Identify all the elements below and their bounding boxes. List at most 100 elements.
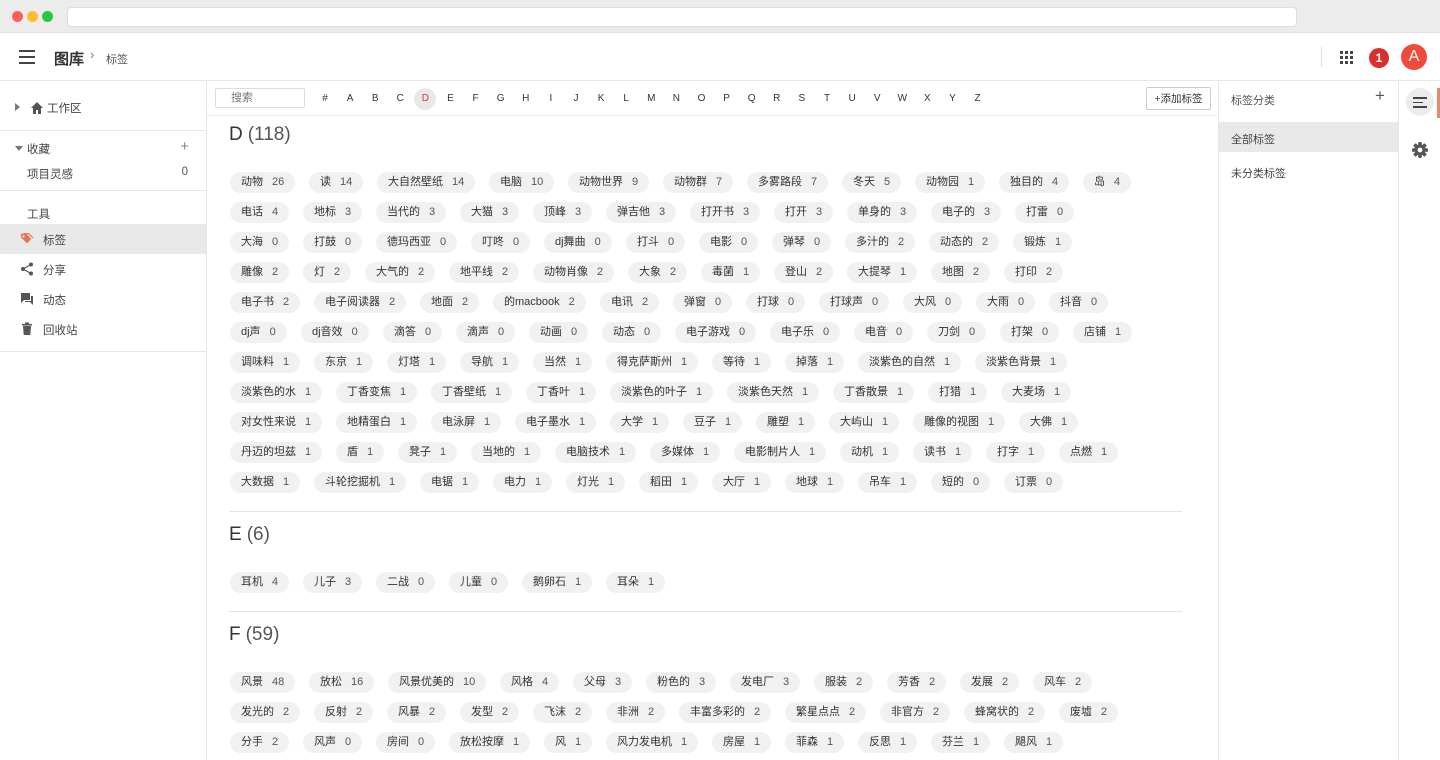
tag-chip[interactable]: 电子的 3 (931, 202, 1002, 223)
tag-chip[interactable]: 多媒体 1 (650, 442, 721, 463)
tag-chip[interactable]: 得克萨斯州 1 (606, 352, 699, 373)
tag-chip[interactable]: 稻田 1 (639, 472, 699, 493)
expand-right-icon[interactable] (15, 103, 20, 111)
tag-chip[interactable]: 发电厂 3 (730, 672, 801, 693)
tag-chip[interactable]: 电子游戏 0 (675, 322, 757, 343)
tag-chip[interactable]: 蜂窝状的 2 (964, 702, 1046, 723)
tag-chip[interactable]: 大数据 1 (230, 472, 301, 493)
tag-chip[interactable]: 粉色的 3 (646, 672, 717, 693)
tag-chip[interactable]: 冬天 5 (842, 172, 902, 193)
letter-filter-b[interactable]: B (364, 88, 386, 110)
close-window-button[interactable] (12, 11, 23, 22)
tag-chip[interactable]: 电讯 2 (600, 292, 660, 313)
letter-filter-r[interactable]: R (766, 88, 788, 110)
tag-chip[interactable]: 大佛 1 (1019, 412, 1079, 433)
tag-chip[interactable]: 滴答 0 (383, 322, 443, 343)
letter-filter-s[interactable]: S (791, 88, 813, 110)
gear-icon[interactable] (1406, 136, 1434, 164)
tag-chip[interactable]: 反射 2 (314, 702, 374, 723)
address-bar[interactable] (67, 7, 1297, 27)
tag-chip[interactable]: 盾1 (336, 442, 385, 463)
tag-chip[interactable]: 德玛西亚 0 (376, 232, 458, 253)
tag-chip[interactable]: 动态 0 (602, 322, 662, 343)
tag-chip[interactable]: 丰富多彩的 2 (679, 702, 772, 723)
tag-chip[interactable]: 大海 0 (230, 232, 290, 253)
tag-chip[interactable]: 地精蛋白 1 (336, 412, 418, 433)
tag-chip[interactable]: 大风 0 (903, 292, 963, 313)
tag-chip[interactable]: 儿童 0 (449, 572, 509, 593)
letter-filter-x[interactable]: X (916, 88, 938, 110)
tag-chip[interactable]: 电脑 10 (489, 172, 555, 193)
tag-chip[interactable]: 动物世界 9 (568, 172, 650, 193)
letter-filter-d[interactable]: D (414, 88, 437, 110)
tag-chip[interactable]: 房间 0 (376, 732, 436, 753)
details-panel-button[interactable] (1406, 88, 1434, 116)
tag-chip[interactable]: 风景 48 (230, 672, 296, 693)
tag-chip[interactable]: 大自然壁纸 14 (377, 172, 476, 193)
tag-chip[interactable]: 豆子 1 (683, 412, 743, 433)
tag-chip[interactable]: 风格 4 (500, 672, 560, 693)
letter-filter-hash[interactable]: # (314, 88, 336, 110)
tag-chip[interactable]: 大麦场 1 (1001, 382, 1072, 403)
tag-chip[interactable]: 打架 0 (1000, 322, 1060, 343)
tag-chip[interactable]: 打开 3 (774, 202, 834, 223)
tag-chip[interactable]: dj舞曲 0 (544, 232, 612, 253)
letter-filter-g[interactable]: G (490, 88, 512, 110)
tag-chip[interactable]: 电子墨水 1 (515, 412, 597, 433)
add-tag-button[interactable]: +添加标签 (1146, 87, 1211, 110)
tag-chip[interactable]: 电力 1 (493, 472, 553, 493)
tag-chip[interactable]: 当代的 3 (376, 202, 447, 223)
tag-chip[interactable]: 放松按摩 1 (449, 732, 531, 753)
tag-chip[interactable]: 分手 2 (230, 732, 290, 753)
tag-chip[interactable]: 电锯 1 (420, 472, 480, 493)
letter-filter-e[interactable]: E (440, 88, 462, 110)
tag-chip[interactable]: 风力发电机 1 (606, 732, 699, 753)
avatar[interactable]: A (1401, 44, 1427, 70)
tag-chip[interactable]: 读书 1 (913, 442, 973, 463)
tag-chip[interactable]: 电影 0 (699, 232, 759, 253)
letter-filter-v[interactable]: V (866, 88, 888, 110)
tag-chip[interactable]: 电泳屏 1 (431, 412, 502, 433)
tag-chip[interactable]: 风暴 2 (387, 702, 447, 723)
tag-chip[interactable]: 反思 1 (858, 732, 918, 753)
tag-chip[interactable]: 读 14 (309, 172, 364, 193)
tag-chip[interactable]: 电子乐 0 (770, 322, 841, 343)
tag-chip[interactable]: 打鼓 0 (303, 232, 363, 253)
tag-chip[interactable]: 二战 0 (376, 572, 436, 593)
tag-chip[interactable]: 大猫 3 (460, 202, 520, 223)
tag-chip[interactable]: 父母 3 (573, 672, 633, 693)
tag-chip[interactable]: 凳子 1 (398, 442, 458, 463)
tag-chip[interactable]: 灯2 (303, 262, 352, 283)
category-uncategorized[interactable]: 未分类标签 (1219, 156, 1398, 186)
tag-chip[interactable]: 导航 1 (460, 352, 520, 373)
tag-chip[interactable]: 抖音 0 (1049, 292, 1109, 313)
letter-filter-q[interactable]: Q (741, 88, 763, 110)
tag-chip[interactable]: 单身的 3 (847, 202, 918, 223)
minimize-window-button[interactable] (27, 11, 38, 22)
tag-chip[interactable]: 风景优美的 10 (388, 672, 487, 693)
tag-chip[interactable]: 风声 0 (303, 732, 363, 753)
letter-filter-t[interactable]: T (816, 88, 838, 110)
tag-chip[interactable]: 飞沫 2 (533, 702, 593, 723)
letter-filter-i[interactable]: I (540, 88, 562, 110)
tag-chip[interactable]: 电影制片人 1 (734, 442, 827, 463)
tag-chip[interactable]: 岛4 (1083, 172, 1132, 193)
sidebar-item-trash[interactable]: 回收站 (0, 314, 206, 344)
tag-chip[interactable]: 独目的 4 (999, 172, 1070, 193)
expand-down-icon[interactable] (15, 146, 23, 151)
tag-chip[interactable]: 耳机 4 (230, 572, 290, 593)
tag-chip[interactable]: 打猎 1 (928, 382, 988, 403)
tag-chip[interactable]: 灯光 1 (566, 472, 626, 493)
letter-filter-w[interactable]: W (891, 88, 913, 110)
tag-chip[interactable]: 掉落 1 (785, 352, 845, 373)
tag-chip[interactable]: 丁香叶 1 (526, 382, 597, 403)
tag-chip[interactable]: 弹琴 0 (772, 232, 832, 253)
tag-chip[interactable]: 鹅卵石 1 (522, 572, 593, 593)
tag-chip[interactable]: 雕像的视图 1 (913, 412, 1006, 433)
tag-chip[interactable]: 淡紫色的水 1 (230, 382, 323, 403)
tag-chip[interactable]: 对女性来说 1 (230, 412, 323, 433)
sidebar-item-project-inspiration[interactable]: 项目灵感 0 (0, 158, 206, 188)
tag-chip[interactable]: 大雨 0 (976, 292, 1036, 313)
tag-chip[interactable]: 非官方 2 (880, 702, 951, 723)
tag-chip[interactable]: 吊车 1 (858, 472, 918, 493)
